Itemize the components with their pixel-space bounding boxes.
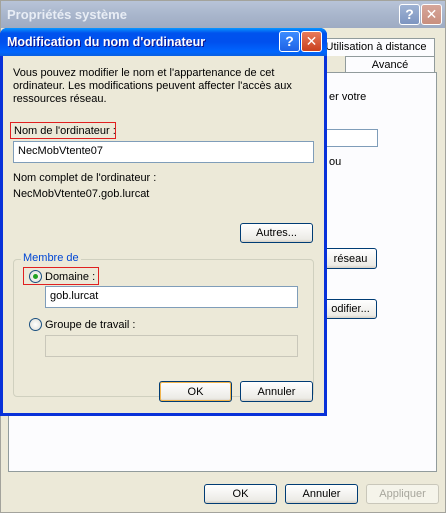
domain-radio[interactable]	[29, 270, 42, 283]
dialog-ok-button[interactable]: OK	[159, 381, 232, 402]
more-button[interactable]: Autres...	[240, 223, 313, 243]
partial-field	[326, 129, 378, 147]
cancel-button[interactable]: Annuler	[285, 484, 358, 504]
help-icon[interactable]: ?	[399, 4, 420, 25]
full-name-label: Nom complet de l'ordinateur :	[13, 172, 157, 184]
network-id-button[interactable]: réseau	[324, 248, 377, 269]
modify-button[interactable]: odifier...	[324, 299, 377, 319]
tab-remote[interactable]: Utilisation à distance	[317, 38, 435, 56]
help-icon[interactable]: ?	[279, 31, 300, 52]
partial-description-text: er votre	[329, 91, 367, 103]
dialog-title: Modification du nom d'ordinateur	[7, 35, 206, 49]
close-icon[interactable]: ✕	[421, 4, 442, 25]
dialog-cancel-button[interactable]: Annuler	[240, 381, 313, 402]
workgroup-radio[interactable]	[29, 318, 42, 331]
close-icon[interactable]: ✕	[301, 31, 322, 52]
ok-button[interactable]: OK	[204, 484, 277, 504]
apply-button[interactable]: Appliquer	[366, 484, 439, 504]
dialog-body: Vous pouvez modifier le nom et l'apparte…	[3, 56, 324, 413]
workgroup-input[interactable]	[45, 335, 298, 357]
computer-name-dialog: Modification du nom d'ordinateur ? ✕ Vou…	[0, 28, 327, 416]
member-of-label: Membre de	[21, 252, 81, 264]
system-properties-title: Propriétés système	[7, 7, 127, 22]
partial-text-ou: ou	[329, 156, 342, 168]
dialog-titlebar: Modification du nom d'ordinateur ? ✕	[0, 28, 327, 56]
system-properties-titlebar: Propriétés système ? ✕	[1, 1, 445, 28]
computer-name-label: Nom de l'ordinateur :	[14, 125, 116, 137]
domain-input[interactable]: gob.lurcat	[45, 286, 298, 308]
workgroup-label: Groupe de travail :	[45, 319, 136, 331]
domain-label: Domaine :	[45, 271, 96, 283]
full-name-value: NecMobVtente07.gob.lurcat	[13, 188, 150, 200]
intro-text: Vous pouvez modifier le nom et l'apparte…	[13, 67, 292, 105]
computer-name-input[interactable]: NecMobVtente07	[13, 141, 314, 163]
